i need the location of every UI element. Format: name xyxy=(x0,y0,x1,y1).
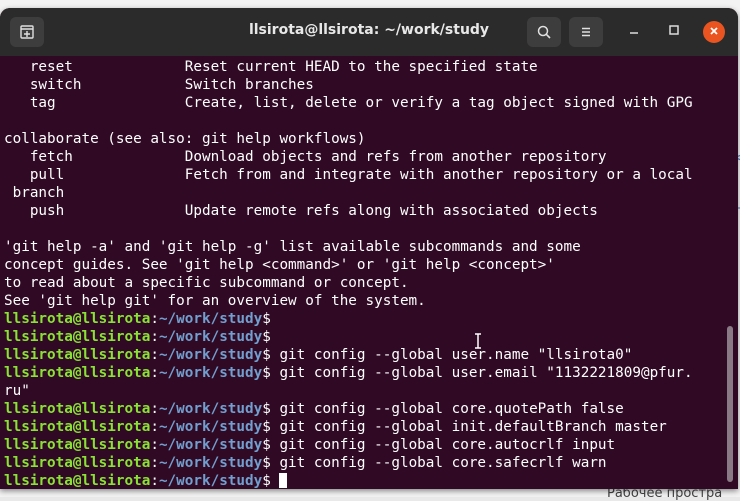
prompt-sign: $ xyxy=(262,437,271,453)
menu-button[interactable] xyxy=(569,17,603,47)
terminal-output-line: tag Create, list, delete or verify a tag… xyxy=(4,95,693,111)
prompt-user-host: llsirota@llsirota xyxy=(4,365,151,381)
prompt-separator: : xyxy=(150,311,159,327)
prompt-user-host: llsirota@llsirota xyxy=(4,311,151,327)
command-text: git config --global core.quotePath false xyxy=(270,401,624,417)
terminal-output-line: ru" xyxy=(4,383,30,399)
terminal-prompt-line: llsirota@llsirota:~/work/study$ git conf… xyxy=(4,364,724,382)
minimize-button[interactable] xyxy=(623,21,645,43)
terminal-prompt-line: llsirota@llsirota:~/work/study$ xyxy=(4,328,724,346)
prompt-path: ~/work/study xyxy=(158,347,263,363)
title-bar[interactable]: llsirota@llsirota: ~/work/study xyxy=(0,8,738,56)
prompt-sign: $ xyxy=(262,401,271,417)
terminal-output-line: collaborate (see also: git help workflow… xyxy=(4,131,366,147)
prompt-sign: $ xyxy=(262,473,271,488)
prompt-sign: $ xyxy=(262,455,271,471)
prompt-separator: : xyxy=(150,347,159,363)
prompt-user-host: llsirota@llsirota xyxy=(4,437,151,453)
prompt-user-host: llsirota@llsirota xyxy=(4,347,151,363)
terminal-prompt-line: llsirota@llsirota:~/work/study$ git conf… xyxy=(4,454,724,472)
close-icon xyxy=(709,24,719,40)
terminal-prompt-line: llsirota@llsirota:~/work/study$ git conf… xyxy=(4,400,724,418)
prompt-separator: : xyxy=(150,473,159,488)
terminal-output-line: to read about a specific subcommand or c… xyxy=(4,275,409,291)
command-text: git config --global init.defaultBranch m… xyxy=(270,419,667,435)
terminal-window[interactable]: llsirota@llsirota: ~/work/study reset Re… xyxy=(0,8,738,489)
prompt-path: ~/work/study xyxy=(158,437,263,453)
terminal-prompt-line: llsirota@llsirota:~/work/study$ git conf… xyxy=(4,418,724,436)
terminal-output-line: See 'git help git' for an overview of th… xyxy=(4,293,426,309)
minimize-icon xyxy=(628,24,640,40)
maximize-button[interactable] xyxy=(663,21,685,43)
prompt-path: ~/work/study xyxy=(158,401,263,417)
terminal-scrollbar[interactable] xyxy=(727,326,733,482)
search-button[interactable] xyxy=(527,17,561,47)
terminal-prompt-line: llsirota@llsirota:~/work/study$ xyxy=(4,472,724,488)
prompt-sign: $ xyxy=(262,311,271,327)
command-text: git config --global core.autocrlf input xyxy=(270,437,616,453)
prompt-separator: : xyxy=(150,329,159,345)
prompt-path: ~/work/study xyxy=(158,473,263,488)
close-button[interactable] xyxy=(703,21,725,43)
new-tab-button[interactable] xyxy=(10,17,44,47)
prompt-user-host: llsirota@llsirota xyxy=(4,419,151,435)
command-text: git config --global core.safecrlf warn xyxy=(270,455,607,471)
prompt-path: ~/work/study xyxy=(158,365,263,381)
prompt-sign: $ xyxy=(262,365,271,381)
terminal-output-line: reset Reset current HEAD to the specifie… xyxy=(4,59,538,75)
terminal-text-cursor xyxy=(279,473,288,488)
terminal-output-line: push Update remote refs along with assoc… xyxy=(4,203,598,219)
prompt-separator: : xyxy=(150,437,159,453)
terminal-output-line: pull Fetch from and integrate with anoth… xyxy=(4,167,693,183)
new-tab-icon xyxy=(19,24,35,40)
terminal-output[interactable]: reset Reset current HEAD to the specifie… xyxy=(4,58,724,488)
prompt-path: ~/work/study xyxy=(158,311,263,327)
mouse-ibeam-cursor-icon xyxy=(473,332,483,350)
search-icon xyxy=(536,24,552,40)
prompt-separator: : xyxy=(150,401,159,417)
prompt-user-host: llsirota@llsirota xyxy=(4,329,151,345)
prompt-separator: : xyxy=(150,455,159,471)
prompt-sign: $ xyxy=(262,347,271,363)
terminal-output-line: concept guides. See 'git help <command>'… xyxy=(4,257,555,273)
prompt-user-host: llsirota@llsirota xyxy=(4,455,151,471)
prompt-separator: : xyxy=(150,365,159,381)
prompt-sign: $ xyxy=(262,329,271,345)
prompt-user-host: llsirota@llsirota xyxy=(4,473,151,488)
terminal-output-line: branch xyxy=(4,185,65,201)
terminal-prompt-line: llsirota@llsirota:~/work/study$ git conf… xyxy=(4,436,724,454)
prompt-path: ~/work/study xyxy=(158,419,263,435)
terminal-output-line: fetch Download objects and refs from ano… xyxy=(4,149,607,165)
command-text: git config --global user.email "11322218… xyxy=(270,365,693,381)
terminal-output-line: switch Switch branches xyxy=(4,77,314,93)
hamburger-menu-icon xyxy=(578,24,594,40)
terminal-prompt-line: llsirota@llsirota:~/work/study$ xyxy=(4,310,724,328)
maximize-icon xyxy=(668,24,680,40)
prompt-separator: : xyxy=(150,419,159,435)
terminal-prompt-line: llsirota@llsirota:~/work/study$ git conf… xyxy=(4,346,724,364)
command-text xyxy=(271,473,280,488)
prompt-user-host: llsirota@llsirota xyxy=(4,401,151,417)
prompt-sign: $ xyxy=(262,419,271,435)
terminal-output-line: 'git help -a' and 'git help -g' list ava… xyxy=(4,239,581,255)
prompt-path: ~/work/study xyxy=(158,329,263,345)
command-text: git config --global user.name "llsirota0… xyxy=(270,347,633,363)
prompt-path: ~/work/study xyxy=(158,455,263,471)
